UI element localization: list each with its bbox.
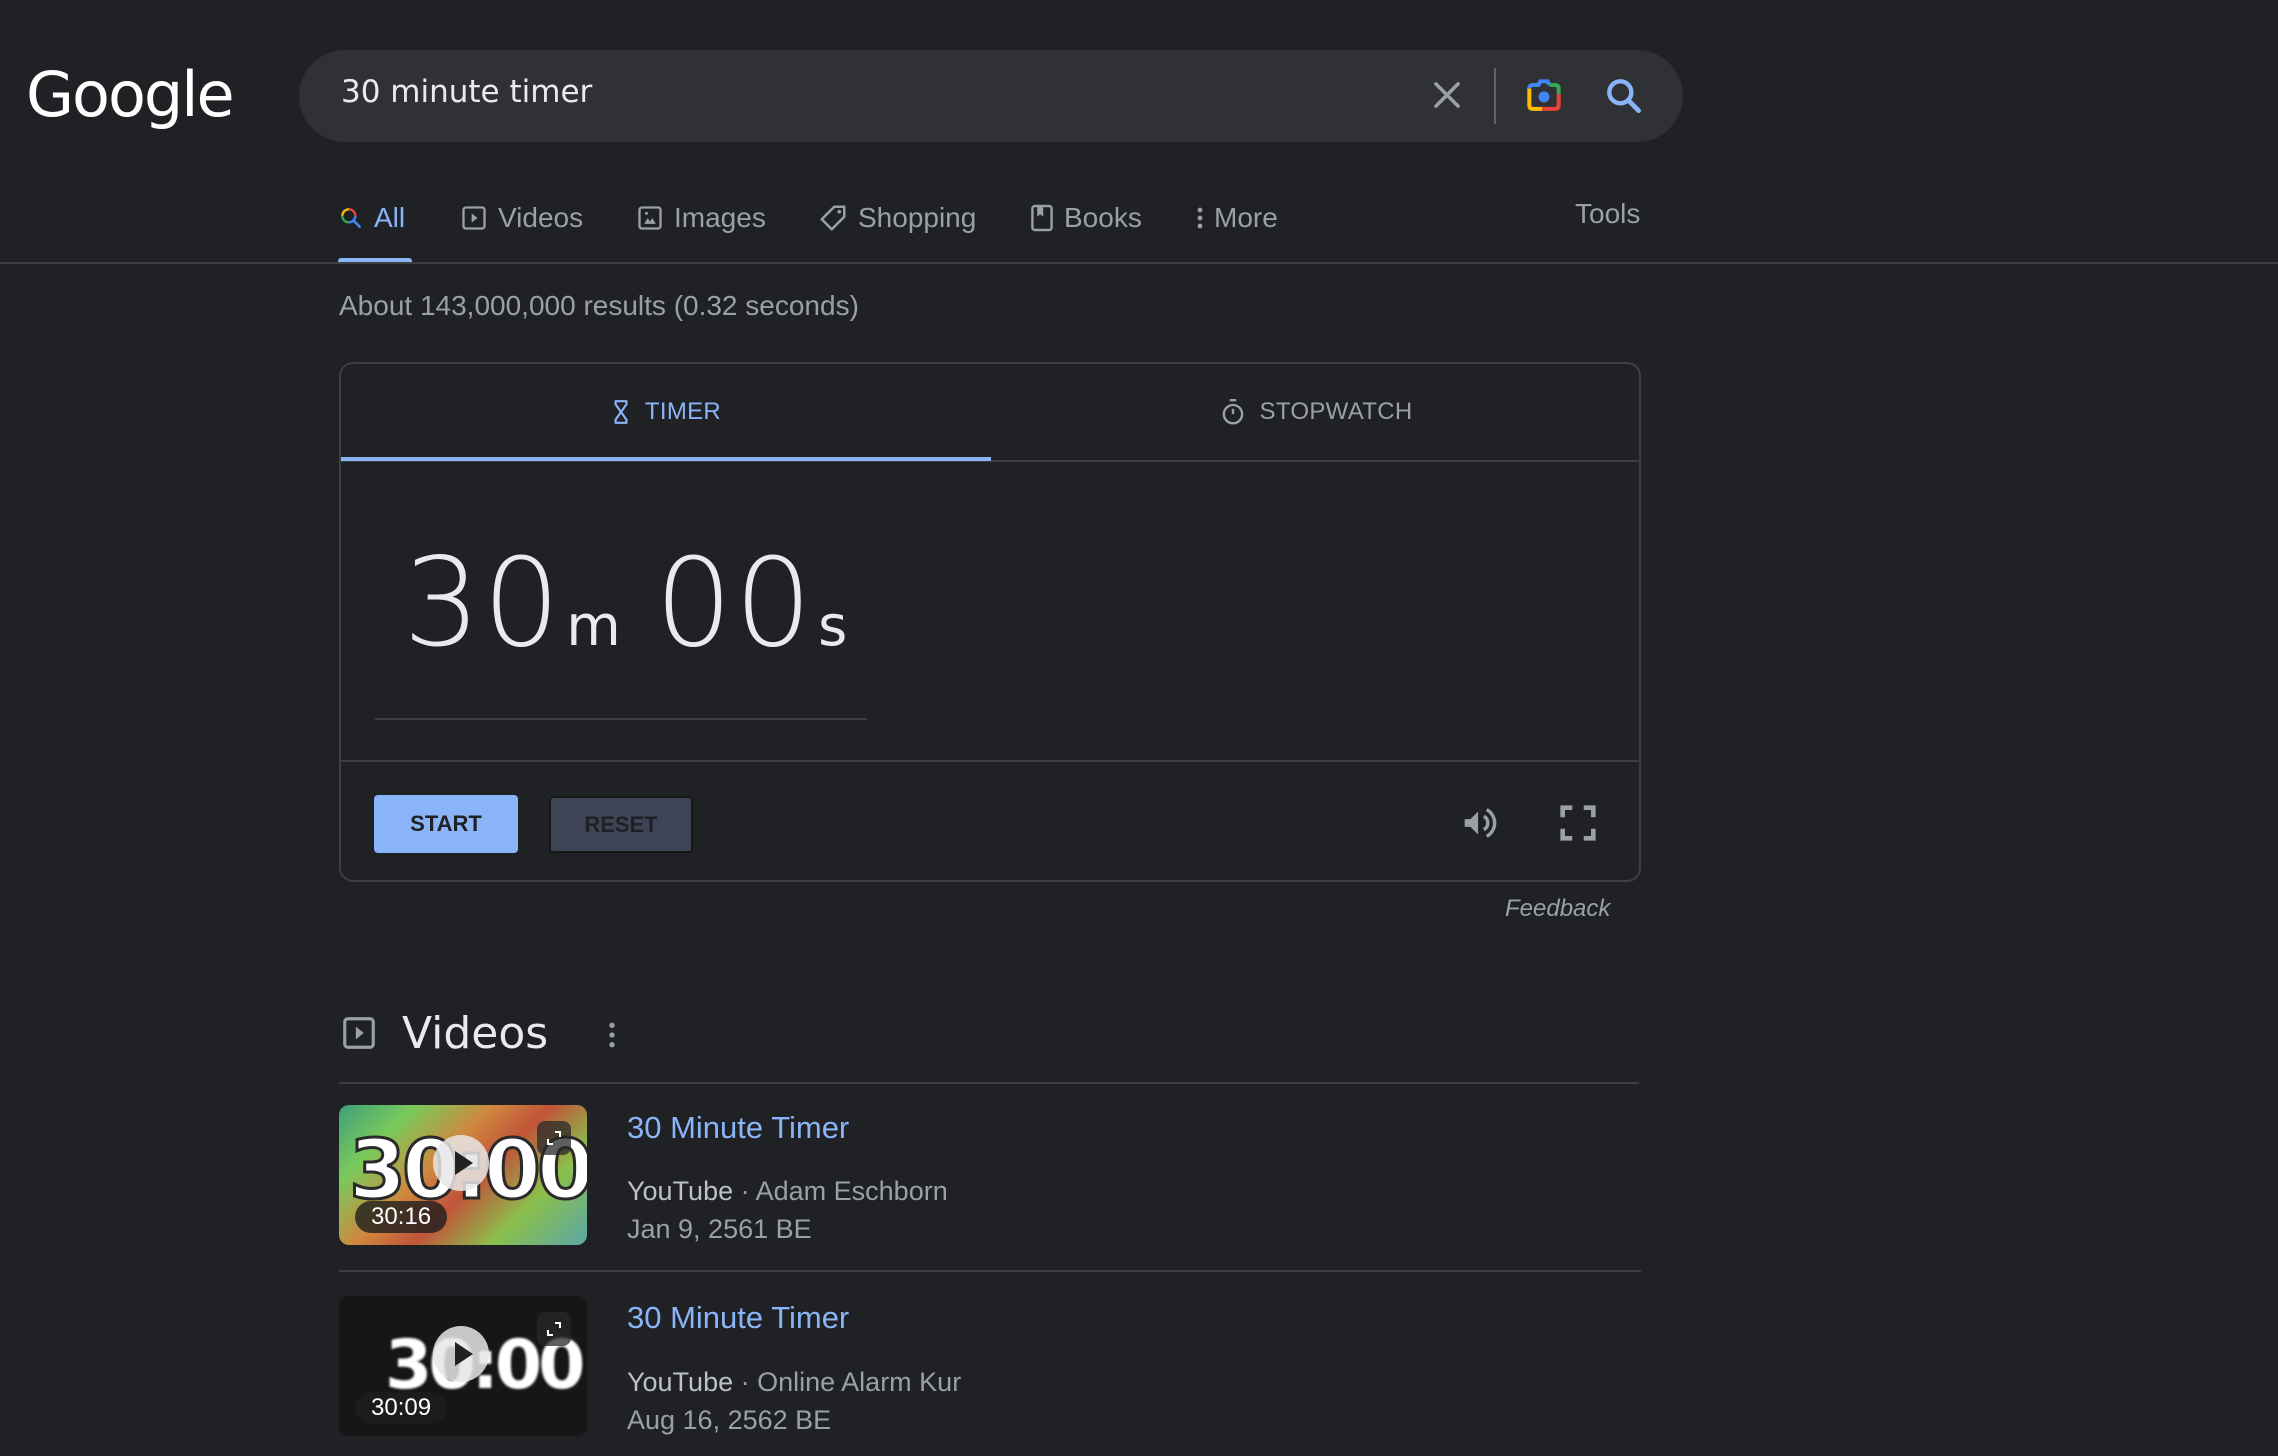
video-platform: YouTube <box>627 1367 734 1397</box>
fullscreen-icon <box>1560 805 1596 841</box>
more-vertical-icon <box>609 1022 615 1048</box>
video-thumbnail[interactable]: 30:00 30:09 <box>339 1296 587 1436</box>
expand-icon <box>547 1131 561 1145</box>
tools-button[interactable]: Tools <box>1575 198 1640 230</box>
search-icon <box>341 208 361 228</box>
videos-section-icon <box>340 1014 378 1052</box>
tab-images[interactable]: Images <box>636 198 766 238</box>
feedback-link[interactable]: Feedback <box>1505 895 1610 923</box>
tab-label: Images <box>674 202 766 233</box>
tab-books[interactable]: Books <box>1030 198 1142 238</box>
tab-videos[interactable]: Videos <box>460 198 583 238</box>
video-channel: Online Alarm Kur <box>757 1367 962 1397</box>
video-item-divider <box>339 1270 1641 1272</box>
search-button[interactable] <box>1602 74 1646 118</box>
reset-button[interactable]: RESET <box>549 796 693 853</box>
search-bar-divider <box>1494 68 1496 124</box>
nav-divider <box>0 262 2278 264</box>
tab-label: Shopping <box>858 202 977 233</box>
start-button[interactable]: START <box>374 795 518 853</box>
expand-icon <box>547 1322 561 1336</box>
timer-input-underline <box>375 718 867 720</box>
tab-label: Videos <box>498 202 584 233</box>
google-logo[interactable]: Google <box>26 58 235 131</box>
search-by-image-button[interactable] <box>1522 74 1566 118</box>
video-title-link[interactable]: 30 Minute Timer <box>627 1110 849 1146</box>
result-stats: About 143,000,000 results (0.32 seconds) <box>339 290 859 321</box>
timer-widget: TIMER STOPWATCH 30 m 00 s START RESET <box>339 362 1641 882</box>
stopwatch-icon <box>1222 398 1243 425</box>
close-icon <box>1434 82 1460 108</box>
timer-tab-label: TIMER <box>644 398 722 425</box>
seconds-unit: s <box>818 594 848 659</box>
card-controls-divider <box>341 760 1639 762</box>
expand-preview-button[interactable] <box>537 1121 571 1155</box>
fullscreen-button[interactable] <box>1555 800 1601 846</box>
tab-label: Books <box>1064 202 1142 233</box>
tab-label: All <box>374 202 406 233</box>
tab-all[interactable]: All <box>338 198 405 238</box>
video-thumbnail[interactable]: 30:00 30:16 <box>339 1105 587 1245</box>
meta-separator: · <box>733 1176 756 1206</box>
timer-display[interactable]: 30 m 00 s <box>403 532 847 674</box>
video-date: Jan 9, 2561 BE <box>627 1214 812 1244</box>
google-lens-camera-icon <box>1527 79 1561 111</box>
tab-more[interactable]: More <box>1196 198 1278 238</box>
more-vertical-icon <box>1197 207 1203 229</box>
videos-section-title: Videos <box>402 1008 549 1059</box>
stopwatch-tab[interactable]: STOPWATCH <box>991 364 1641 460</box>
tag-icon <box>820 205 846 231</box>
timer-tab[interactable]: TIMER <box>341 364 991 460</box>
hourglass-icon <box>614 400 628 424</box>
tab-label: More <box>1214 202 1278 233</box>
meta-separator: · <box>733 1367 758 1397</box>
video-play-icon <box>343 1017 375 1049</box>
video-source: YouTube · Online Alarm Kur <box>627 1367 961 1398</box>
video-play-icon <box>462 206 486 230</box>
image-icon <box>638 206 662 230</box>
stopwatch-tab-label: STOPWATCH <box>1259 398 1413 425</box>
play-icon[interactable] <box>433 1326 489 1382</box>
search-input[interactable]: 30 minute timer <box>341 74 592 110</box>
play-icon[interactable] <box>433 1135 489 1191</box>
clear-search-button[interactable] <box>1428 76 1466 114</box>
videos-more-options-button[interactable] <box>602 1018 622 1052</box>
video-source: YouTube · Adam Eschborn <box>627 1176 948 1207</box>
video-title-link[interactable]: 30 Minute Timer <box>627 1300 849 1336</box>
timer-minutes[interactable]: 30 <box>403 532 562 674</box>
volume-icon <box>1464 808 1497 838</box>
video-platform: YouTube <box>627 1176 734 1206</box>
search-icon <box>1607 79 1642 114</box>
timer-seconds[interactable]: 00 <box>655 532 814 674</box>
minutes-unit: m <box>566 594 621 659</box>
expand-preview-button[interactable] <box>537 1312 571 1346</box>
video-duration: 30:16 <box>355 1201 448 1233</box>
sound-toggle-button[interactable] <box>1457 800 1503 846</box>
video-date: Aug 16, 2562 BE <box>627 1405 832 1435</box>
video-channel: Adam Eschborn <box>755 1176 948 1206</box>
videos-section-divider <box>339 1082 1639 1084</box>
video-duration: 30:09 <box>355 1392 448 1424</box>
tab-shopping[interactable]: Shopping <box>818 198 976 238</box>
active-timer-tab-indicator <box>341 457 991 461</box>
book-icon <box>1031 204 1053 232</box>
